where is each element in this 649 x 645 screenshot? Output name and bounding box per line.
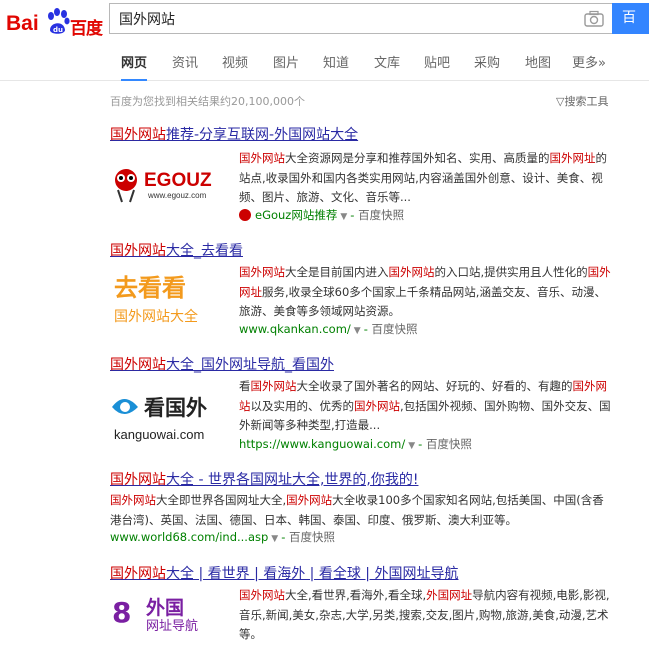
- tab-news[interactable]: 资讯: [172, 52, 198, 79]
- result-title[interactable]: 国外网站大全_去看看: [110, 240, 243, 260]
- camera-icon[interactable]: [584, 10, 604, 28]
- header: Bai du 百度 百 网页 资讯 视频 图片 知道 文库 贴吧 采购 地图 更…: [0, 0, 649, 81]
- svg-text:国外网站大全: 国外网站大全: [114, 308, 198, 325]
- logo-text-baidu-cn: 百度: [70, 19, 103, 39]
- result-description: 国外网站大全是目前国内进入国外网站的入口站,提供实用且人性化的国外网址服务,收录…: [239, 265, 611, 318]
- tab-purchase[interactable]: 采购: [474, 52, 500, 79]
- paw-icon: du: [48, 8, 70, 34]
- kanguowai-logo: 看国外 kanguowai.com: [112, 396, 207, 442]
- search-tools-toggle[interactable]: ▽搜索工具: [556, 93, 608, 109]
- tab-web[interactable]: 网页: [121, 52, 148, 81]
- result-description: 国外网站大全即世界各国网址大全,国外网站大全收录100多个国家知名网站,包括美国…: [110, 493, 604, 527]
- result-description: 看国外网站大全收录了国外著名的网站、好玩的、好看的、有趣的国外网站以及实用的、优…: [239, 379, 611, 432]
- result-title[interactable]: 国外网站推荐-分享互联网-外国网站大全: [110, 124, 358, 144]
- qkankan-logo: 去看看 国外网站大全: [114, 274, 198, 325]
- tab-zhidao[interactable]: 知道: [323, 52, 349, 79]
- svg-text:www.egouz.com: www.egouz.com: [147, 191, 207, 200]
- svg-text:kanguowai.com: kanguowai.com: [114, 427, 204, 442]
- tab-more[interactable]: 更多»: [572, 52, 606, 79]
- result-count: 百度为您找到相关结果约20,100,000个: [110, 95, 305, 108]
- result-url[interactable]: www.qkankan.com/▼ - 百度快照: [239, 321, 418, 337]
- result-thumbnail[interactable]: 8 外国 网址导航: [110, 592, 228, 634]
- result-thumbnail[interactable]: EGOUZ www.egouz.com: [110, 150, 228, 230]
- snapshot-link[interactable]: 百度快照: [372, 322, 418, 336]
- svg-text:8: 8: [112, 596, 131, 629]
- chevron-down-icon[interactable]: ▼: [340, 212, 347, 222]
- result-title[interactable]: 国外网站大全 - 世界各国网址大全,世界的,你我的!: [110, 469, 418, 489]
- svg-text:外国: 外国: [146, 596, 184, 619]
- egouz-logo: EGOUZ www.egouz.com: [115, 169, 212, 203]
- site-favicon-icon: [239, 209, 251, 221]
- snapshot-link[interactable]: 百度快照: [358, 208, 404, 222]
- snapshot-link[interactable]: 百度快照: [426, 437, 472, 451]
- result-url[interactable]: https://www.kanguowai.com/▼ - 百度快照: [239, 436, 472, 452]
- snapshot-link[interactable]: 百度快照: [289, 530, 335, 544]
- svg-text:EGOUZ: EGOUZ: [144, 170, 212, 191]
- svg-text:看国外: 看国外: [144, 396, 207, 420]
- chevron-down-icon[interactable]: ▼: [408, 441, 415, 451]
- tab-map[interactable]: 地图: [525, 52, 551, 79]
- result-description: 国外网站大全,看世界,看海外,看全球,外国网址导航内容有视频,电影,影视,音乐,…: [239, 588, 610, 641]
- baidu-logo[interactable]: Bai du 百度: [4, 6, 104, 39]
- tab-video[interactable]: 视频: [222, 52, 248, 79]
- chevron-down-icon[interactable]: ▼: [271, 534, 278, 544]
- result-description: 国外网站大全资源网是分享和推荐国外知名、实用、高质量的国外网址的站点,收录国外和…: [239, 151, 607, 204]
- tab-tieba[interactable]: 贴吧: [424, 52, 450, 79]
- search-button[interactable]: 百: [612, 3, 649, 34]
- search-tabs: 网页 资讯 视频 图片 知道 文库 贴吧 采购 地图 更多»: [0, 52, 649, 81]
- svg-text:去看看: 去看看: [114, 274, 186, 302]
- search-box: [109, 3, 612, 34]
- logo-text-bai: Bai: [6, 12, 39, 35]
- search-input[interactable]: [119, 9, 559, 29]
- waiguo-logo: 8 外国 网址导航: [110, 594, 228, 634]
- tab-wenku[interactable]: 文库: [374, 52, 400, 79]
- result-title[interactable]: 国外网站大全 | 看世界 | 看海外 | 看全球 | 外国网址导航: [110, 563, 458, 583]
- result-thumbnail[interactable]: 看国外 kanguowai.com: [110, 381, 228, 461]
- tab-images[interactable]: 图片: [273, 52, 299, 79]
- result-url[interactable]: www.world68.com/ind...asp ▼ - 百度快照: [110, 529, 335, 545]
- result-thumbnail[interactable]: 去看看 国外网站大全: [110, 266, 228, 346]
- svg-text:du: du: [53, 26, 63, 34]
- result-url[interactable]: eGouz网站推荐 ▼ - 百度快照: [239, 207, 404, 223]
- chevron-down-icon[interactable]: ▼: [354, 326, 361, 336]
- result-title[interactable]: 国外网站大全_国外网址导航_看国外: [110, 354, 334, 374]
